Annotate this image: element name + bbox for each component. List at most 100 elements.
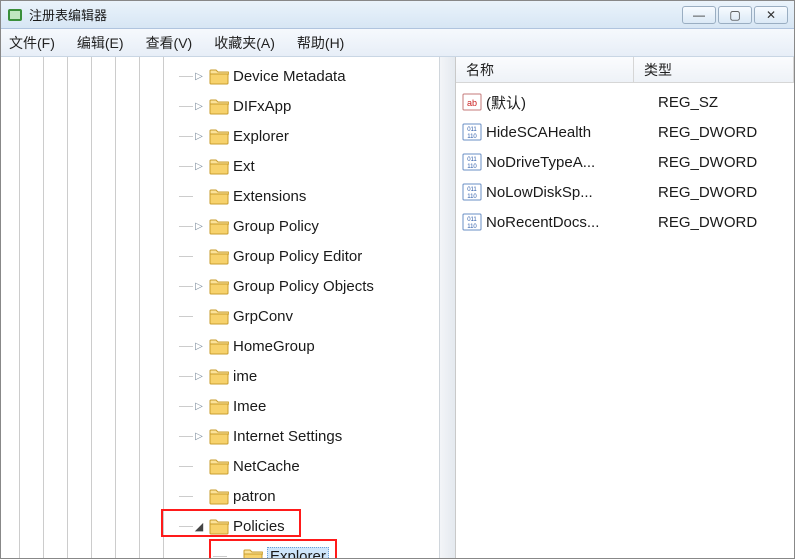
highlight-box (209, 539, 337, 558)
folder-icon (209, 217, 229, 235)
folder-icon (209, 187, 229, 205)
maximize-button[interactable]: ▢ (718, 6, 752, 24)
tree-item-label: NetCache (233, 458, 300, 475)
folder-icon (209, 277, 229, 295)
tree-item-label: Internet Settings (233, 428, 342, 445)
value-name: HideSCAHealth (486, 124, 654, 141)
folder-icon (209, 307, 229, 325)
tree-item-label: Device Metadata (233, 68, 346, 85)
tree-item-label: HomeGroup (233, 338, 315, 355)
folder-icon (209, 67, 229, 85)
tree-item[interactable]: ▷ HomeGroup (1, 331, 455, 361)
folder-icon (209, 247, 229, 265)
value-name: NoLowDiskSp... (486, 184, 654, 201)
value-type: REG_DWORD (654, 154, 794, 171)
tree-item-label: Group Policy Objects (233, 278, 374, 295)
expander-icon[interactable]: ▷ (193, 280, 205, 292)
tree-item-label: Explorer (233, 128, 289, 145)
svg-text:110: 110 (467, 134, 477, 140)
tree-item[interactable]: ▷ Imee (1, 391, 455, 421)
svg-text:ab: ab (467, 98, 477, 108)
list-header: 名称 类型 (456, 57, 794, 83)
dword-value-icon: 011110 (462, 153, 482, 171)
tree-item[interactable]: ▷ Group Policy Objects (1, 271, 455, 301)
list-row[interactable]: 011110 NoLowDiskSp...REG_DWORD (456, 177, 794, 207)
folder-icon (209, 487, 229, 505)
tree-pane: ▷Device Metadata▷DIFxApp▷Explorer▷ExtExt… (1, 57, 456, 558)
tree-item[interactable]: Group Policy Editor (1, 241, 455, 271)
expander-icon[interactable] (193, 460, 205, 472)
menu-help[interactable]: 帮助(H) (297, 33, 344, 53)
window-controls: — ▢ ✕ (682, 6, 788, 24)
list-row[interactable]: 011110NoDriveTypeA...REG_DWORD (456, 147, 794, 177)
tree-scrollbar[interactable] (439, 57, 455, 558)
tree-item[interactable]: ▷ Explorer (1, 121, 455, 151)
menubar: 文件(F) 编辑(E) 查看(V) 收藏夹(A) 帮助(H) (1, 29, 794, 57)
tree-item[interactable]: ▷ Internet Settings (1, 421, 455, 451)
minimize-button[interactable]: — (682, 6, 716, 24)
list-row[interactable]: 011110NoRecentDocs...REG_DWORD (456, 207, 794, 237)
svg-text:110: 110 (467, 194, 477, 200)
value-name: (默认) (486, 92, 654, 113)
tree-item-label: patron (233, 488, 276, 505)
folder-icon (209, 127, 229, 145)
tree-item-label: Imee (233, 398, 266, 415)
menu-view[interactable]: 查看(V) (146, 33, 193, 53)
svg-text:011: 011 (467, 187, 477, 193)
list-pane: 名称 类型 ab(默认)REG_SZ011110HideSCAHealthREG… (456, 57, 794, 558)
menu-edit[interactable]: 编辑(E) (77, 33, 124, 53)
value-type: REG_DWORD (654, 124, 794, 141)
tree-item[interactable]: ▷ Ext (1, 151, 455, 181)
menu-favorites[interactable]: 收藏夹(A) (214, 33, 275, 53)
tree-item-label: Group Policy Editor (233, 248, 362, 265)
svg-text:011: 011 (467, 127, 477, 133)
value-name: NoDriveTypeA... (486, 154, 654, 171)
expander-icon[interactable]: ▷ (193, 130, 205, 142)
expander-icon[interactable]: ▷ (193, 400, 205, 412)
folder-icon (209, 457, 229, 475)
list-row[interactable]: ab (默认)REG_SZ (456, 87, 794, 117)
tree-item[interactable]: ▷Group Policy (1, 211, 455, 241)
close-button[interactable]: ✕ (754, 6, 788, 24)
tree-item[interactable]: ▷ Device Metadata (1, 61, 455, 91)
expander-icon[interactable] (193, 190, 205, 202)
expander-icon[interactable]: ▷ (193, 220, 205, 232)
tree-item[interactable]: ▷ ime (1, 361, 455, 391)
folder-icon (209, 337, 229, 355)
expander-icon[interactable]: ▷ (193, 100, 205, 112)
folder-icon (209, 157, 229, 175)
tree-item[interactable]: Extensions (1, 181, 455, 211)
expander-icon[interactable] (193, 490, 205, 502)
expander-icon[interactable]: ▷ (193, 370, 205, 382)
column-header-name[interactable]: 名称 (456, 57, 634, 82)
menu-file[interactable]: 文件(F) (9, 33, 55, 53)
titlebar: 注册表编辑器 — ▢ ✕ (1, 1, 794, 29)
svg-text:011: 011 (467, 157, 477, 163)
expander-icon[interactable]: ▷ (193, 70, 205, 82)
highlight-box (161, 509, 301, 537)
dword-value-icon: 011110 (462, 123, 482, 141)
expander-icon[interactable]: ▷ (193, 430, 205, 442)
expander-icon[interactable]: ▷ (193, 340, 205, 352)
tree-item[interactable]: patron (1, 481, 455, 511)
tree-item[interactable]: GrpConv (1, 301, 455, 331)
tree-item-label: Ext (233, 158, 255, 175)
tree-item-label: Extensions (233, 188, 306, 205)
value-type: REG_DWORD (654, 214, 794, 231)
list-body: ab(默认)REG_SZ011110HideSCAHealthREG_DWORD… (456, 83, 794, 558)
column-header-type[interactable]: 类型 (634, 57, 794, 82)
window-title: 注册表编辑器 (29, 5, 107, 24)
dword-value-icon: 011110 (462, 213, 482, 231)
svg-text:110: 110 (467, 164, 477, 170)
expander-icon[interactable] (193, 310, 205, 322)
expander-icon[interactable] (193, 250, 205, 262)
value-type: REG_SZ (654, 94, 794, 111)
list-row[interactable]: 011110HideSCAHealthREG_DWORD (456, 117, 794, 147)
tree-item[interactable]: NetCache (1, 451, 455, 481)
tree-item[interactable]: ▷DIFxApp (1, 91, 455, 121)
expander-icon[interactable]: ▷ (193, 160, 205, 172)
string-value-icon: ab (462, 93, 482, 111)
tree-item-label: ime (233, 368, 257, 385)
value-type: REG_DWORD (654, 184, 794, 201)
app-icon (7, 7, 23, 23)
